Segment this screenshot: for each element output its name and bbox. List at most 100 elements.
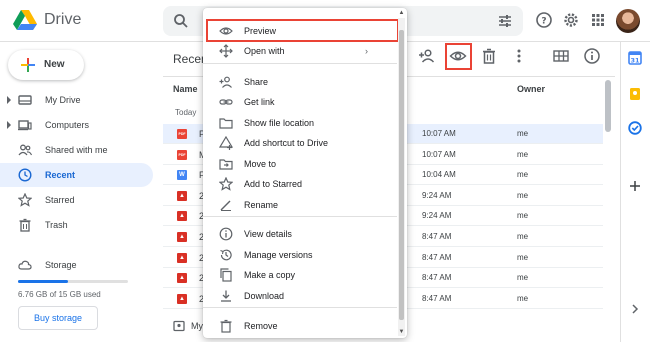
section-label-today: Today [175,108,197,117]
sidebar-item-recent[interactable]: Recent [0,163,153,187]
sidebar-item-starred[interactable]: Starred [0,188,153,212]
preview-menu-highlight [206,19,399,42]
shared-drive-icon [173,320,185,332]
file-owner: me [517,129,529,138]
menu-item-rename[interactable]: Rename [203,195,397,215]
menu-item-label: Add shortcut to Drive [244,138,329,148]
sidebar-item-computers[interactable]: Computers [0,113,153,137]
file-owner: me [517,190,529,200]
trash-icon [220,319,232,333]
sidebar-item-label: Starred [45,195,75,205]
menu-item-manage-versions[interactable]: Manage versions [203,245,397,265]
help-icon[interactable]: ? [535,11,553,29]
menu-separator [203,307,397,308]
storage-progress-bar [18,280,128,283]
column-header-owner[interactable]: Owner [517,84,545,94]
side-panel-rail: 31 [620,42,650,342]
sidebar-item-label: Trash [45,220,68,230]
more-options-icon[interactable] [510,47,528,65]
apps-grid-icon[interactable] [589,11,607,29]
calendar-icon[interactable]: 31 [628,51,642,65]
person-add-icon [219,76,232,88]
file-list-scrollbar[interactable] [605,80,611,132]
file-owner: me [517,252,529,262]
storage-label[interactable]: Storage [45,260,77,270]
keep-icon[interactable] [628,87,642,101]
menu-item-label: Make a copy [244,270,296,280]
file-last-opened: 10:04 AM [422,170,456,180]
menu-item-view-details[interactable]: View details [203,224,397,244]
menu-item-remove[interactable]: Remove [203,316,397,336]
settings-gear-icon[interactable] [562,11,580,29]
menu-item-label: Add to Starred [244,179,303,189]
folder-name: My [191,321,203,331]
file-last-opened: 8:47 AM [422,232,452,241]
tasks-icon[interactable] [628,121,642,135]
app-title[interactable]: Drive [44,11,81,29]
folder-icon [219,118,233,129]
move-to-icon [219,159,233,170]
search-options-icon[interactable] [497,13,513,29]
menu-item-share[interactable]: Share [203,72,397,92]
file-last-opened: 8:47 AM [422,293,452,303]
star-icon [18,193,32,207]
menu-item-label: Remove [244,321,278,331]
menu-scrollbar-thumb[interactable] [399,30,404,320]
image-file-icon: ▲ [177,211,187,222]
buy-storage-button[interactable]: Buy storage [18,306,98,330]
shared-icon [18,144,32,156]
image-file-icon: ▲ [177,232,187,242]
storage-progress-fill [18,280,68,283]
file-last-opened: 9:24 AM [422,190,452,200]
star-outline-icon [219,177,233,191]
file-owner: me [517,211,529,221]
preview-eye-icon[interactable] [449,47,467,65]
new-button[interactable]: New [8,50,84,80]
file-owner: me [517,293,529,303]
expand-caret-icon[interactable] [7,96,11,104]
file-last-opened: 9:24 AM [422,211,452,221]
sidebar-item-label: My Drive [45,95,81,105]
sidebar-item-my-drive[interactable]: My Drive [0,88,153,112]
sidebar-item-trash[interactable]: Trash [0,213,153,237]
menu-item-show-file-location[interactable]: Show file location [203,113,397,133]
copy-icon [220,268,232,282]
file-owner: me [517,273,529,283]
menu-item-label: Download [244,291,285,301]
menu-item-label: Share [244,77,269,87]
scroll-down-arrow-icon[interactable]: ▼ [398,329,405,335]
menu-item-open-with[interactable]: Open with › [203,41,397,61]
grid-view-icon[interactable] [552,47,570,65]
svg-text:?: ? [541,17,546,27]
context-menu: Preview Open with › Share Get link Show file … [203,8,407,338]
submenu-arrow-icon: › [365,46,368,56]
pdf-file-icon: PDF [177,149,187,160]
account-avatar[interactable] [616,9,640,33]
menu-item-add-to-starred[interactable]: Add to Starred [203,174,397,194]
add-addon-icon[interactable] [628,179,642,193]
menu-separator [203,216,397,217]
link-icon [219,99,233,105]
image-file-icon: ▲ [177,190,187,201]
file-last-opened: 10:07 AM [422,149,456,159]
column-header-name[interactable]: Name [173,84,198,94]
expand-caret-icon[interactable] [7,121,11,129]
scroll-up-arrow-icon[interactable]: ▲ [398,10,405,16]
sidebar-item-shared[interactable]: Shared with me [0,138,153,162]
menu-item-get-link[interactable]: Get link [203,92,397,112]
menu-item-download[interactable]: Download [203,286,397,306]
share-person-add-icon[interactable] [418,47,436,65]
svg-text:31: 31 [630,57,640,65]
file-owner: me [517,170,529,180]
chevron-right-icon[interactable] [628,302,642,316]
file-last-opened: 8:47 AM [422,273,452,283]
search-icon[interactable] [173,13,189,29]
remove-trash-icon[interactable] [480,47,498,65]
drive-logo-icon[interactable] [12,9,38,31]
menu-item-make-a-copy[interactable]: Make a copy [203,265,397,285]
image-file-icon: ▲ [177,273,187,284]
menu-item-add-shortcut[interactable]: Add shortcut to Drive [203,133,397,153]
menu-item-move-to[interactable]: Move to [203,154,397,174]
download-icon [221,290,231,302]
info-icon[interactable] [583,47,601,65]
